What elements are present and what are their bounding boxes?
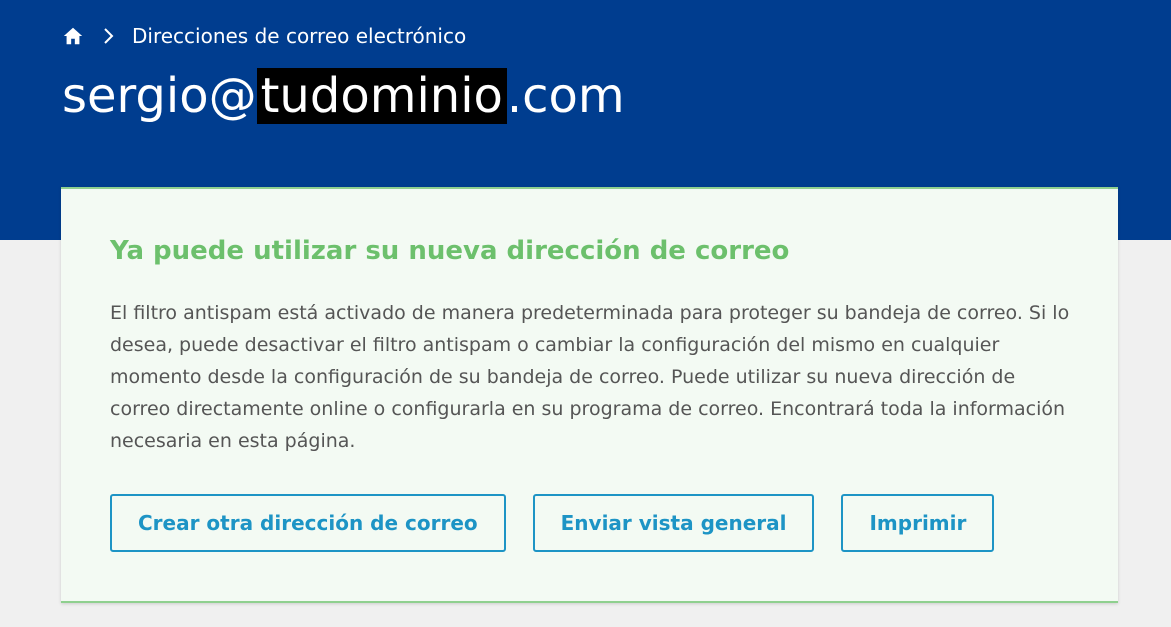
success-card: Ya puede utilizar su nueva dirección de … (61, 187, 1118, 603)
create-another-address-button[interactable]: Crear otra dirección de correo (110, 494, 506, 552)
title-domain-redacted: tudominio (256, 68, 507, 124)
breadcrumb-current[interactable]: Direcciones de correo electrónico (132, 22, 466, 50)
print-button[interactable]: Imprimir (841, 494, 995, 552)
action-buttons: Crear otra dirección de correo Enviar vi… (110, 494, 995, 552)
chevron-right-icon (100, 25, 118, 47)
title-tld: .com (506, 68, 625, 124)
card-body-text: El filtro antispam está activado de mane… (110, 302, 1070, 452)
card-heading: Ya puede utilizar su nueva dirección de … (110, 236, 790, 266)
page: Direcciones de correo electrónico sergio… (0, 0, 1171, 627)
title-user: sergio@ (62, 68, 257, 124)
breadcrumb: Direcciones de correo electrónico (62, 22, 466, 50)
page-title: sergio@tudominio.com (62, 62, 625, 130)
home-icon[interactable] (62, 25, 84, 47)
send-overview-button[interactable]: Enviar vista general (532, 494, 815, 552)
